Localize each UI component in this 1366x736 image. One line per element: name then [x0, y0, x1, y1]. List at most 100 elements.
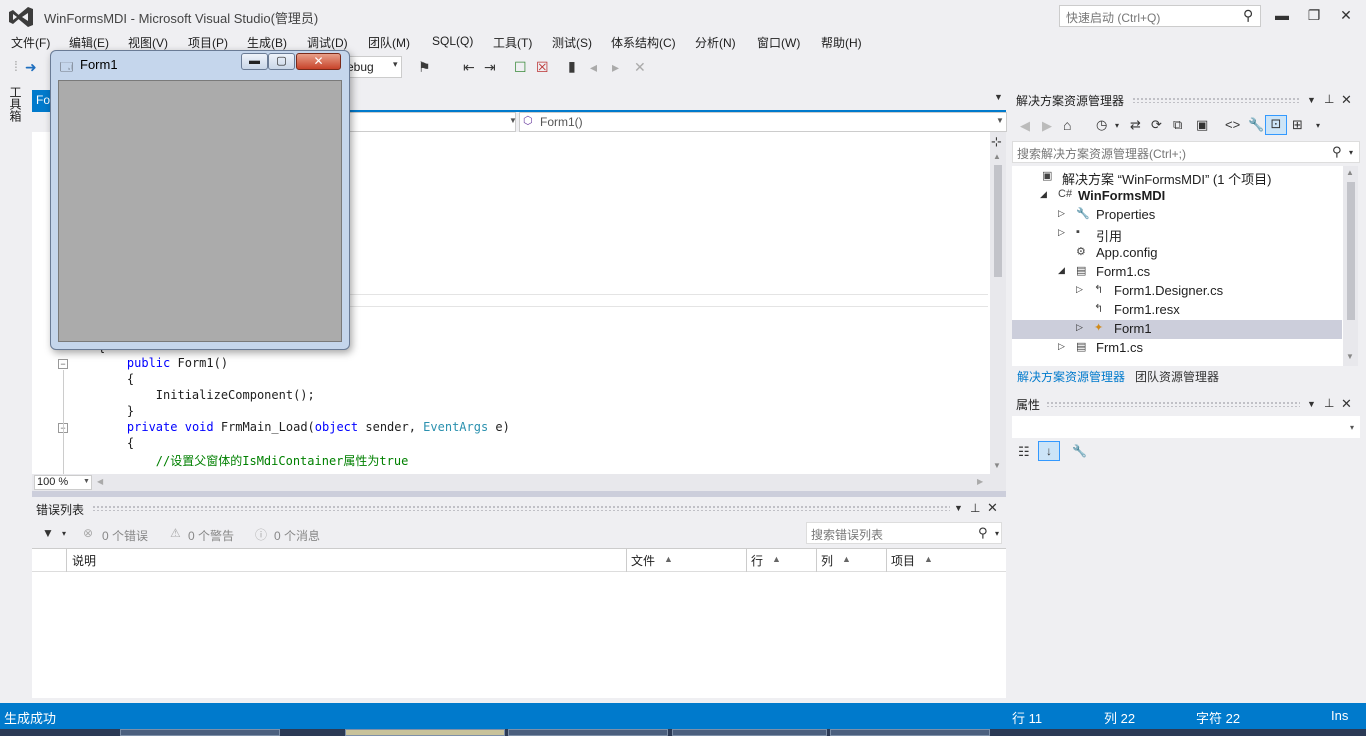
taskbar-item[interactable] — [508, 729, 668, 736]
menu-window[interactable]: 窗口(W) — [757, 34, 800, 51]
property-pages-icon[interactable]: 🔧 — [1072, 444, 1087, 458]
menu-architecture[interactable]: 体系结构(C) — [611, 34, 676, 51]
tree-expanded-icon[interactable]: ◢ — [1040, 189, 1047, 200]
column-header-line[interactable]: 行 — [751, 552, 763, 569]
scroll-up-icon[interactable]: ▲ — [1346, 168, 1354, 177]
dropdown-icon[interactable]: ▼ — [1307, 399, 1316, 409]
clear-bookmarks-icon[interactable]: ✕ — [634, 59, 646, 76]
column-header-description[interactable]: 说明 — [72, 552, 96, 569]
menu-test[interactable]: 测试(S) — [552, 34, 592, 51]
panel-grip[interactable] — [1132, 97, 1300, 103]
dropdown-icon[interactable]: ▼ — [1307, 95, 1316, 105]
search-icon[interactable]: ⚲ — [978, 525, 988, 541]
editor-horizontal-scrollbar[interactable] — [32, 474, 1006, 491]
tree-collapsed-icon[interactable]: ▷ — [1076, 284, 1083, 295]
errors-filter-button[interactable]: 0 个错误 — [102, 527, 148, 544]
quick-launch-input[interactable]: 快速启动 (Ctrl+Q) — [1059, 5, 1261, 27]
member-dropdown[interactable]: Form1() — [519, 112, 1007, 132]
tree-expanded-icon[interactable]: ◢ — [1058, 265, 1065, 276]
menu-sql[interactable]: SQL(Q) — [432, 34, 473, 48]
tree-collapsed-icon[interactable]: ▷ — [1058, 341, 1065, 352]
column-header-column[interactable]: 列 — [821, 552, 833, 569]
mdi-client-area[interactable] — [58, 80, 342, 342]
error-list-search-input[interactable]: 搜索错误列表 — [806, 522, 1002, 544]
find-in-files-icon[interactable]: ⚑ — [418, 59, 431, 76]
refresh-icon[interactable]: ⟳ — [1151, 117, 1162, 133]
form-minimize-button[interactable]: ▬ — [241, 53, 268, 70]
panel-grip[interactable] — [92, 505, 950, 511]
search-icon[interactable]: ⚲ — [1332, 144, 1342, 160]
column-header-project[interactable]: 项目 — [891, 552, 915, 569]
messages-filter-button[interactable]: 0 个消息 — [274, 527, 320, 544]
close-icon[interactable]: ✕ — [1341, 92, 1352, 108]
tab-overflow-icon[interactable]: ▼ — [994, 92, 1003, 102]
forward-icon[interactable]: ▶ — [1042, 118, 1052, 134]
collapse-all-icon[interactable]: ⧉ — [1173, 117, 1182, 133]
scroll-right-icon[interactable]: ▶ — [977, 477, 983, 486]
tree-node-label[interactable]: 解决方案 “WinFormsMDI” (1 个项目) — [1062, 169, 1271, 188]
close-icon[interactable]: ✕ — [1341, 396, 1352, 412]
tree-node-label[interactable]: Frm1.cs — [1096, 340, 1143, 355]
menu-debug[interactable]: 调试(D) — [307, 34, 348, 51]
taskbar-item[interactable] — [830, 729, 990, 736]
maximize-button[interactable]: ❐ — [1298, 4, 1330, 26]
taskbar-item[interactable] — [672, 729, 827, 736]
chevron-down-icon[interactable]: ▼ — [83, 478, 90, 485]
tree-node-label[interactable]: Form1.cs — [1096, 264, 1150, 279]
comment-icon[interactable]: ☐ — [514, 59, 527, 76]
back-icon[interactable]: ◀ — [1020, 118, 1030, 134]
bookmark-icon[interactable]: ▮ — [568, 58, 576, 75]
tree-collapsed-icon[interactable]: ▷ — [1058, 227, 1065, 238]
sync-icon[interactable]: ⇄ — [1130, 117, 1141, 133]
show-all-files-icon[interactable]: ▣ — [1196, 117, 1208, 133]
menu-team[interactable]: 团队(M) — [368, 34, 410, 51]
close-button[interactable]: ✕ — [1330, 4, 1362, 26]
toolbox-tab[interactable]: 工具箱 — [6, 86, 24, 126]
class-view-icon[interactable]: ⊞ — [1292, 117, 1303, 133]
taskbar-item[interactable] — [345, 729, 505, 736]
tree-node-label[interactable]: Form1.Designer.cs — [1114, 283, 1223, 298]
taskbar-item[interactable] — [120, 729, 280, 736]
panel-splitter[interactable] — [32, 491, 1006, 497]
column-header-file[interactable]: 文件 — [631, 552, 655, 569]
filter-icon[interactable]: ▼ — [42, 526, 54, 540]
search-icon[interactable]: ⚲ — [1243, 7, 1253, 24]
back-arrow-icon[interactable]: ➜ — [25, 59, 37, 76]
menu-file[interactable]: 文件(F) — [11, 34, 50, 51]
minimize-button[interactable]: ▬ — [1266, 4, 1298, 26]
tree-node-label[interactable]: App.config — [1096, 245, 1157, 260]
indent-icon[interactable]: ⇥ — [484, 59, 496, 76]
tree-node-label[interactable]: Form1.resx — [1114, 302, 1180, 317]
pending-changes-icon[interactable]: ◷ — [1096, 117, 1107, 133]
view-code-icon[interactable]: <> — [1225, 117, 1240, 132]
properties-wrench-icon[interactable]: 🔧 — [1248, 117, 1264, 133]
chevron-down-icon[interactable]: ▾ — [1349, 148, 1353, 157]
chevron-down-icon[interactable]: ▾ — [1316, 121, 1320, 130]
form-maximize-button[interactable]: ▢ — [268, 53, 295, 70]
chevron-down-icon[interactable]: ▼ — [996, 116, 1004, 125]
tree-node-label[interactable]: 引用 — [1096, 226, 1122, 245]
menu-analyze[interactable]: 分析(N) — [695, 34, 736, 51]
tree-collapsed-icon[interactable]: ▷ — [1058, 208, 1065, 219]
tab-solution-explorer[interactable]: 解决方案资源管理器 — [1017, 368, 1125, 385]
chevron-down-icon[interactable]: ▾ — [1350, 423, 1354, 432]
tree-node-label[interactable]: Form1 — [1114, 321, 1152, 336]
scrollbar-thumb[interactable] — [1347, 182, 1355, 320]
menu-tools[interactable]: 工具(T) — [493, 34, 532, 51]
warnings-filter-button[interactable]: 0 个警告 — [188, 527, 234, 544]
chevron-down-icon[interactable]: ▾ — [995, 529, 999, 538]
close-icon[interactable]: ✕ — [987, 500, 998, 516]
menu-project[interactable]: 项目(P) — [188, 34, 228, 51]
menu-edit[interactable]: 编辑(E) — [69, 34, 109, 51]
object-selector-dropdown[interactable] — [1012, 416, 1360, 438]
scroll-left-icon[interactable]: ◀ — [97, 477, 103, 486]
pin-icon[interactable]: ⊥ — [1324, 92, 1334, 106]
next-bookmark-icon[interactable]: ▸ — [612, 59, 619, 76]
pin-icon[interactable]: ⊥ — [970, 501, 980, 515]
alphabetical-icon[interactable]: ↓ — [1038, 441, 1060, 461]
split-editor-icon[interactable]: ⊹ — [991, 134, 1002, 150]
panel-grip[interactable] — [1046, 401, 1300, 407]
scroll-up-icon[interactable]: ▲ — [993, 152, 1001, 161]
categorized-icon[interactable]: ☷ — [1018, 444, 1030, 460]
tree-node-label[interactable]: WinFormsMDI — [1078, 188, 1165, 203]
